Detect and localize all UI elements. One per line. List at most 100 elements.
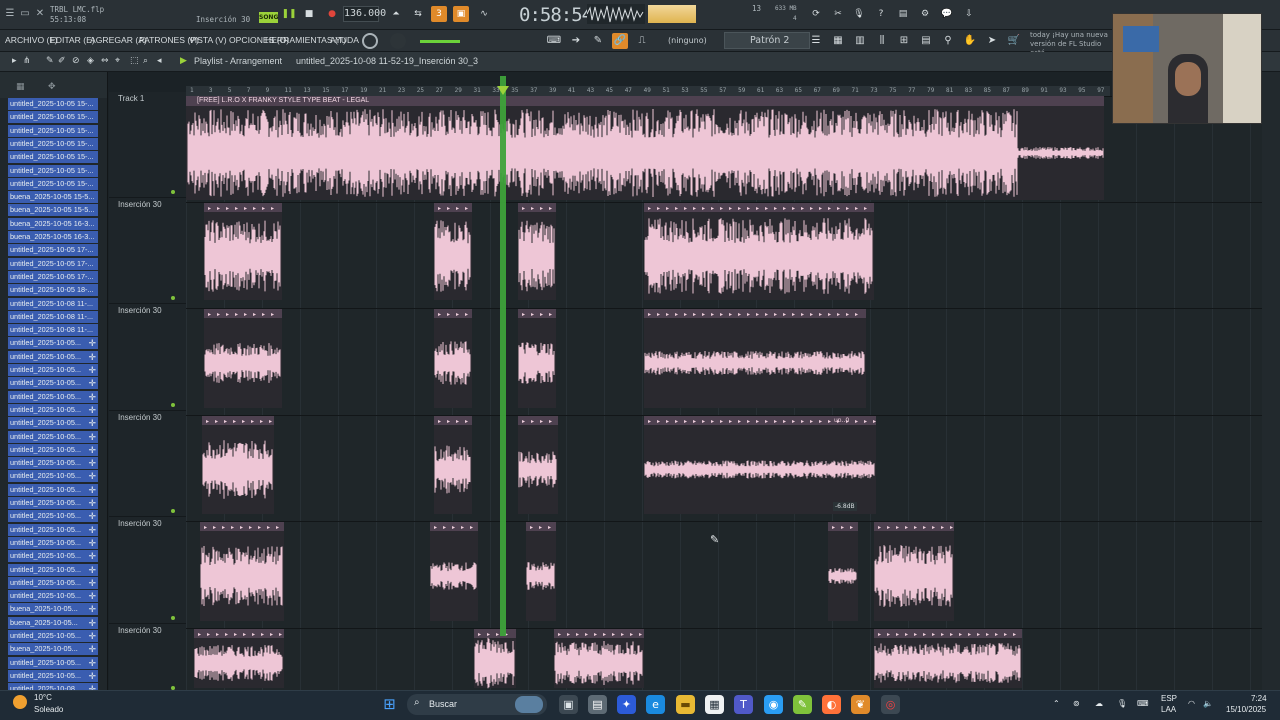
weather-icon[interactable] — [13, 695, 27, 709]
clip-play-icon[interactable]: ▸ — [774, 205, 777, 212]
clip-play-icon[interactable]: ▸ — [878, 631, 881, 638]
clip-play-icon[interactable]: ▸ — [465, 311, 468, 318]
browser-item[interactable]: buena_2025-10-05... ✛ — [8, 643, 98, 656]
clip-play-icon[interactable]: ▸ — [720, 205, 723, 212]
zoom-tool-icon[interactable]: ⌕ — [143, 56, 148, 66]
browser-item[interactable]: buena_2025-10-05 16-3... — [8, 217, 98, 230]
browser-item[interactable]: untitled_2025-10-05... ✛ — [8, 497, 98, 509]
clip-play-icon[interactable]: ▸ — [747, 205, 750, 212]
expand-icon[interactable]: ✛ — [88, 510, 96, 522]
expand-icon[interactable]: ✛ — [88, 404, 96, 416]
play-icon[interactable]: ❚❚ — [281, 6, 297, 22]
channel-rack-icon[interactable]: ▥ — [852, 33, 868, 49]
track-name[interactable]: Inserción 30 — [118, 413, 162, 422]
firefox-icon[interactable]: ◐ — [822, 695, 841, 714]
clip-play-icon[interactable]: ▸ — [905, 631, 908, 638]
clip-play-icon[interactable]: ▸ — [887, 631, 890, 638]
clip-play-icon[interactable]: ▸ — [252, 631, 255, 638]
clip-play-icon[interactable]: ▸ — [548, 524, 551, 531]
clip-play-icon[interactable]: ▸ — [950, 631, 953, 638]
clip-play-icon[interactable]: ▸ — [968, 631, 971, 638]
clip-play-icon[interactable]: ▸ — [251, 418, 254, 425]
clip-play-icon[interactable]: ▸ — [702, 205, 705, 212]
clip-play-icon[interactable]: ▸ — [539, 524, 542, 531]
track-name[interactable]: Track 1 — [118, 94, 144, 103]
browser-item[interactable]: untitled_2025-10-05 15-... — [8, 111, 98, 124]
expand-icon[interactable]: ✛ — [88, 603, 96, 615]
cart-icon[interactable]: 🛒 — [1006, 33, 1022, 49]
clip-play-icon[interactable]: ▸ — [765, 418, 768, 425]
browser-item[interactable]: untitled_2025-10-05... ✛ — [8, 576, 98, 589]
clip-play-icon[interactable]: ▸ — [693, 205, 696, 212]
clip-play-icon[interactable]: ▸ — [267, 524, 270, 531]
track-name[interactable]: Inserción 30 — [118, 200, 162, 209]
browser-item[interactable]: untitled_2025-10-05 15-... — [8, 164, 98, 177]
clip-play-icon[interactable]: ▸ — [905, 524, 908, 531]
clip-play-icon[interactable]: ▸ — [207, 631, 210, 638]
clip-play-icon[interactable]: ▸ — [279, 631, 282, 638]
close-icon[interactable]: ✕ — [34, 8, 46, 19]
menu-editar[interactable]: EDITAR (E) — [50, 35, 95, 45]
clip-play-icon[interactable]: ▸ — [243, 631, 246, 638]
expand-icon[interactable]: ✛ — [88, 670, 96, 682]
link-icon[interactable]: 🔗 — [612, 33, 628, 49]
browser-item[interactable]: untitled_2025-10-08 11-... — [8, 297, 98, 310]
browser-item[interactable]: untitled_2025-10-05 17-... — [8, 270, 98, 283]
browser-item[interactable]: buena_2025-10-05 15-5... — [8, 191, 98, 204]
browser-grid-icon[interactable]: ▦ — [16, 82, 25, 92]
clip-play-icon[interactable]: ▸ — [711, 205, 714, 212]
song-mode-button[interactable]: SONG — [259, 12, 278, 23]
slip-tool-icon[interactable]: ⇔ — [101, 56, 109, 66]
menu-vista[interactable]: VISTA (V) — [189, 35, 227, 45]
clip-play-icon[interactable]: ▸ — [456, 311, 459, 318]
browser-item[interactable]: buena_2025-10-05... ✛ — [8, 603, 98, 616]
track-name[interactable]: Inserción 30 — [118, 306, 162, 315]
track-enable-indicator[interactable] — [171, 509, 175, 513]
clip-play-icon[interactable]: ▸ — [896, 631, 899, 638]
expand-icon[interactable]: ✛ — [88, 550, 96, 562]
clip-play-icon[interactable]: ▸ — [720, 418, 723, 425]
delete-tool-icon[interactable]: ⊘ — [72, 56, 80, 66]
browser-item[interactable]: buena_2025-10-05 16-3... — [8, 231, 98, 243]
clip-play-icon[interactable]: ▸ — [855, 311, 858, 318]
clip-play-icon[interactable]: ▸ — [531, 205, 534, 212]
clip-play-icon[interactable]: ▸ — [233, 418, 236, 425]
browser-item[interactable]: untitled_2025-10-05... ✛ — [8, 563, 98, 576]
clip-play-icon[interactable]: ▸ — [465, 205, 468, 212]
clip-play-icon[interactable]: ▸ — [585, 631, 588, 638]
clip-play-icon[interactable]: ▸ — [878, 524, 881, 531]
clip-play-icon[interactable]: ▸ — [819, 311, 822, 318]
browser-item[interactable]: untitled_2025-10-05 17-... — [8, 244, 98, 257]
clip-play-icon[interactable]: ▸ — [226, 205, 229, 212]
expand-icon[interactable]: ✛ — [88, 417, 96, 429]
clip-play-icon[interactable]: ▸ — [783, 418, 786, 425]
clip-play-icon[interactable]: ▸ — [923, 631, 926, 638]
clip-play-icon[interactable]: ▸ — [675, 205, 678, 212]
clip-play-icon[interactable]: ▸ — [873, 418, 876, 425]
task-view-icon[interactable]: ▣ — [559, 695, 578, 714]
clip-play-icon[interactable]: ▸ — [684, 311, 687, 318]
track-header[interactable]: Track 1 — [109, 92, 186, 198]
clip-play-icon[interactable]: ▸ — [995, 631, 998, 638]
clip-play-icon[interactable]: ▸ — [271, 205, 274, 212]
clip-play-icon[interactable]: ▸ — [217, 205, 220, 212]
clip-play-icon[interactable]: ▸ — [977, 631, 980, 638]
clip-play-icon[interactable]: ▸ — [675, 311, 678, 318]
clip-play-icon[interactable]: ▸ — [693, 418, 696, 425]
clip-play-icon[interactable]: ▸ — [216, 631, 219, 638]
clip-play-icon[interactable]: ▸ — [222, 524, 225, 531]
clip-play-icon[interactable]: ▸ — [932, 631, 935, 638]
clip-play-icon[interactable]: ▸ — [738, 311, 741, 318]
clip-play-icon[interactable]: ▸ — [452, 524, 455, 531]
clip-play-icon[interactable]: ▸ — [959, 631, 962, 638]
magnet-icon[interactable]: ⋔ — [23, 56, 31, 66]
clip-play-icon[interactable]: ▸ — [612, 631, 615, 638]
clip-play-icon[interactable]: ▸ — [242, 418, 245, 425]
clip-play-icon[interactable]: ▸ — [522, 205, 525, 212]
mixer-sliders-icon[interactable]: ⫼ — [874, 33, 890, 49]
clip-play-icon[interactable]: ▸ — [438, 205, 441, 212]
clip-play-icon[interactable]: ▸ — [774, 311, 777, 318]
clip-play-icon[interactable]: ▸ — [810, 205, 813, 212]
expand-icon[interactable]: ✛ — [88, 484, 96, 496]
browser-item[interactable]: untitled_2025-10-05... ✛ — [8, 377, 98, 390]
